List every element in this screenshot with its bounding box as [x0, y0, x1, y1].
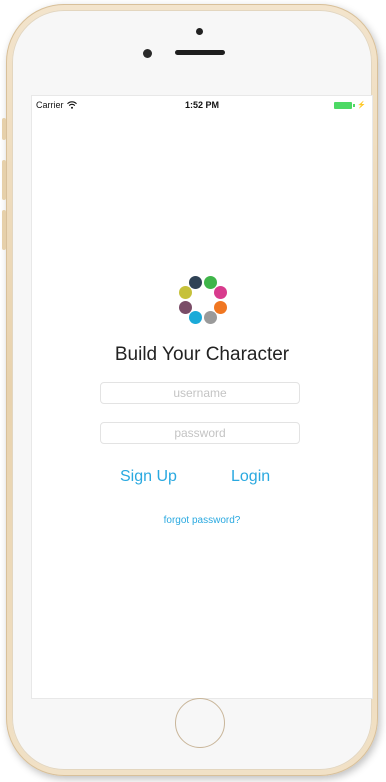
logo-dot [214, 286, 228, 300]
proximity-sensor [196, 28, 203, 35]
forgot-password-link[interactable]: forgot password? [32, 515, 372, 526]
logo-dot [214, 300, 228, 314]
login-button[interactable]: Login [231, 468, 270, 486]
mute-switch [2, 118, 6, 140]
logo-dot [178, 300, 192, 314]
charging-bolt-icon: ⚡ [357, 102, 366, 109]
username-input[interactable] [100, 382, 300, 404]
status-bar: Carrier 1:52 PM ⚡ [32, 96, 372, 114]
logo-dot [178, 286, 192, 300]
volume-down-button [2, 210, 6, 250]
logo-dot [203, 311, 217, 325]
logo-dot [203, 275, 217, 289]
battery-icon [334, 101, 353, 109]
logo-dot [189, 311, 203, 325]
volume-up-button [2, 160, 6, 200]
password-input[interactable] [100, 422, 300, 444]
sign-up-button[interactable]: Sign Up [120, 468, 177, 486]
app-title: Build Your Character [114, 344, 290, 365]
status-time: 1:52 PM [184, 100, 219, 110]
earpiece-speaker [175, 50, 225, 55]
front-camera [143, 49, 152, 58]
battery-tip [353, 103, 356, 107]
app-logo-icon [176, 273, 230, 327]
logo-dot [189, 275, 203, 289]
home-button[interactable] [175, 698, 225, 748]
app-screen: Carrier 1:52 PM ⚡ Build Your Character S… [31, 95, 373, 699]
battery-indicator: ⚡ [334, 101, 366, 109]
